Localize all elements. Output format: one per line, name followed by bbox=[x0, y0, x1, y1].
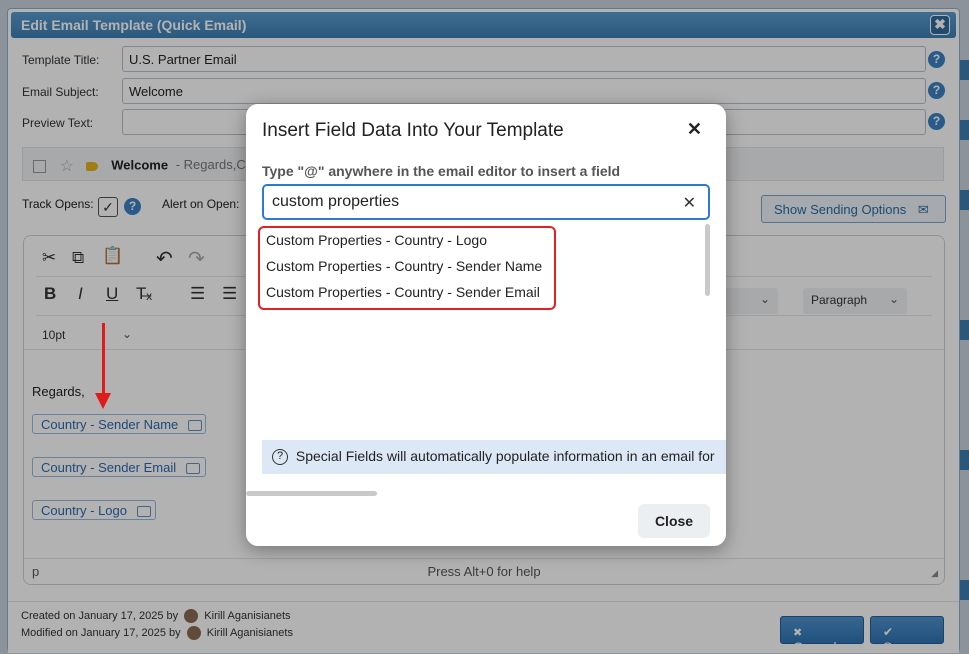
result-item-sender-email[interactable]: Custom Properties - Country - Sender Ema… bbox=[266, 284, 540, 300]
annotation-arrow bbox=[102, 323, 105, 395]
special-fields-info: ? Special Fields will automatically popu… bbox=[262, 440, 726, 474]
modal-title: Insert Field Data Into Your Template bbox=[262, 120, 564, 141]
clear-search-icon[interactable]: ✕ bbox=[683, 193, 696, 213]
results-scrollbar[interactable] bbox=[705, 224, 710, 296]
modal-hint: Type "@" anywhere in the email editor to… bbox=[262, 163, 621, 179]
close-icon[interactable]: ✕ bbox=[687, 119, 702, 140]
insert-field-modal: Insert Field Data Into Your Template ✕ T… bbox=[246, 104, 726, 546]
result-item-sender-name[interactable]: Custom Properties - Country - Sender Nam… bbox=[266, 258, 542, 274]
question-circle-icon: ? bbox=[272, 449, 288, 466]
close-button[interactable]: Close bbox=[638, 504, 710, 538]
result-item-logo[interactable]: Custom Properties - Country - Logo bbox=[266, 232, 487, 248]
field-search-input[interactable]: custom properties ✕ bbox=[262, 184, 710, 220]
info-text: Special Fields will automatically popula… bbox=[295, 448, 715, 464]
search-value: custom properties bbox=[272, 193, 400, 210]
annotation-arrow-head bbox=[95, 393, 111, 409]
horizontal-scrollbar[interactable] bbox=[246, 491, 377, 496]
